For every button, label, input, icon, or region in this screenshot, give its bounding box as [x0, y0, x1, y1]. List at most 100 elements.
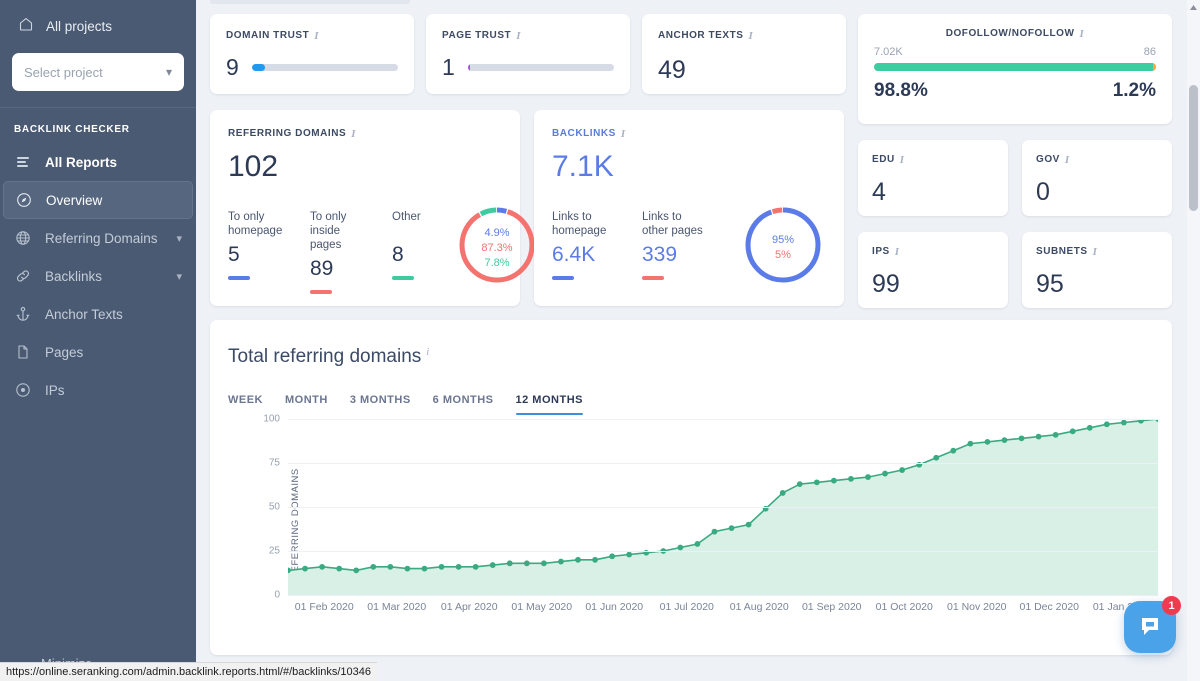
sidebar-item-all-reports[interactable]: All Reports — [3, 143, 193, 181]
ips-value: 99 — [872, 270, 900, 298]
chart-data-point[interactable] — [813, 479, 820, 486]
link-icon — [14, 268, 32, 284]
chart-data-point[interactable] — [848, 475, 854, 482]
chevron-down-icon[interactable]: ▾ — [176, 232, 182, 245]
chart-data-point[interactable] — [1086, 424, 1093, 431]
info-icon[interactable]: i — [749, 30, 754, 42]
sidebar-item-referring-domains[interactable]: Referring Domains ▾ — [3, 219, 193, 257]
chat-bubble-icon — [1142, 618, 1158, 635]
browser-status-bar: https://online.seranking.com/admin.backl… — [0, 662, 378, 681]
info-icon[interactable]: i — [426, 346, 429, 358]
x-tick-label: 01 Apr 2020 — [440, 601, 498, 613]
chart-data-point[interactable] — [438, 563, 445, 570]
x-tick-label: 01 Nov 2020 — [946, 601, 1007, 613]
chart-data-point[interactable] — [353, 567, 360, 574]
chart-data-point[interactable] — [1035, 433, 1042, 440]
project-select-value: Select project — [24, 64, 103, 80]
status-bar-url: https://online.seranking.com/admin.backl… — [6, 666, 372, 678]
chart-data-point[interactable] — [967, 440, 974, 447]
page-scrollbar[interactable] — [1187, 0, 1200, 681]
chart-data-point[interactable] — [694, 541, 701, 547]
chart-gridlines — [285, 416, 1161, 596]
tab-6-months[interactable]: 6 MONTHS — [433, 394, 494, 415]
referring-domains-breakdown: To only homepage 5 To only inside pages 89 O… — [228, 202, 454, 294]
sidebar-header: All projects Select project ▾ — [0, 0, 196, 108]
info-icon[interactable]: i — [314, 30, 319, 42]
sidebar-all-projects[interactable]: All projects — [12, 14, 184, 37]
chart-data-point[interactable] — [302, 565, 308, 572]
chart-data-point[interactable] — [865, 474, 871, 480]
chart-data-point[interactable] — [370, 563, 377, 570]
info-icon[interactable]: i — [516, 30, 521, 42]
sidebar-item-overview[interactable]: Overview — [3, 181, 193, 219]
scrollbar-thumb[interactable] — [1189, 85, 1198, 211]
gov-card: GOV i 0 — [1022, 140, 1172, 216]
chart-data-point[interactable] — [1001, 437, 1008, 444]
info-icon[interactable]: i — [1079, 28, 1084, 40]
chart-y-ticks: 0 25 50 75 100 — [252, 414, 280, 601]
chart-data-point[interactable] — [523, 560, 530, 567]
chart-data-point[interactable] — [575, 556, 581, 563]
referring-domains-card: REFERRING DOMAINS i 102 To only homepage 5… — [210, 110, 535, 306]
chart-data-point[interactable] — [506, 560, 513, 567]
chart-data-point[interactable] — [455, 563, 462, 570]
chart-data-point[interactable] — [558, 558, 564, 565]
chart-data-point[interactable] — [677, 544, 684, 551]
chart-data-point[interactable] — [1120, 419, 1127, 426]
x-tick-label: 01 Jun 2020 — [585, 601, 644, 613]
chart-data-point[interactable] — [592, 556, 598, 563]
chart-plot-area: REFERRING DOMAINS 0 25 50 75 100 01 Feb 2020… — [210, 414, 1172, 629]
chart-data-point[interactable] — [796, 481, 803, 488]
info-icon[interactable]: i — [900, 154, 905, 166]
domain-trust-card: DOMAIN TRUST i 9 — [210, 14, 414, 94]
chart-data-point[interactable] — [882, 470, 888, 477]
chart-data-point[interactable] — [1103, 421, 1110, 428]
chart-data-point[interactable] — [779, 490, 786, 496]
gov-label: GOV i — [1036, 154, 1070, 166]
chart-data-point[interactable] — [830, 477, 837, 484]
chart-data-point[interactable] — [1052, 431, 1059, 438]
tab-3-months[interactable]: 3 MONTHS — [350, 394, 411, 415]
chat-widget-button[interactable]: 1 — [1124, 596, 1181, 653]
backlinks-breakdown: Links to homepage 6.4K Links to other page… — [552, 202, 704, 280]
all-projects-label: All projects — [46, 19, 113, 34]
chart-data-point[interactable] — [1069, 428, 1076, 435]
info-icon[interactable]: i — [1093, 246, 1098, 258]
info-icon[interactable]: i — [895, 246, 900, 258]
tab-month[interactable]: MONTH — [285, 394, 328, 415]
anchor-texts-label: ANCHOR TEXTS i — [658, 30, 754, 42]
chart-data-point[interactable] — [899, 467, 906, 473]
info-icon[interactable]: i — [1065, 154, 1070, 166]
chart-data-point[interactable] — [984, 438, 991, 445]
project-select[interactable]: Select project ▾ — [12, 53, 184, 91]
chart-data-point[interactable] — [472, 563, 479, 570]
info-icon[interactable]: i — [621, 128, 626, 140]
scroll-up-arrow-icon[interactable] — [1189, 3, 1198, 12]
chart-data-point[interactable] — [404, 565, 411, 572]
sidebar-item-pages[interactable]: Pages — [3, 333, 193, 371]
chart-data-point[interactable] — [745, 521, 752, 528]
page-trust-value: 1 — [442, 54, 455, 80]
chart-data-point[interactable] — [540, 560, 547, 567]
chart-data-point[interactable] — [387, 563, 394, 570]
chart-data-point[interactable] — [421, 565, 428, 572]
chart-data-point[interactable] — [609, 553, 616, 560]
tab-week[interactable]: WEEK — [228, 394, 263, 415]
info-icon[interactable]: i — [351, 128, 356, 140]
chart-data-point[interactable] — [933, 454, 940, 461]
chart-data-point[interactable] — [336, 565, 343, 572]
chevron-down-icon[interactable]: ▾ — [176, 270, 182, 283]
sidebar-item-backlinks[interactable]: Backlinks ▾ — [3, 257, 193, 295]
sidebar-item-anchor-texts[interactable]: Anchor Texts — [3, 295, 193, 333]
chart-data-point[interactable] — [1018, 435, 1025, 442]
chart-data-point[interactable] — [319, 563, 326, 570]
breakdown-column: Links to other pages 339 — [642, 210, 704, 280]
chart-data-point[interactable] — [711, 528, 718, 535]
chart-data-point[interactable] — [489, 562, 496, 568]
chart-data-point[interactable] — [626, 551, 633, 558]
breakdown-column: To only inside pages 89 — [310, 210, 372, 294]
chart-data-point[interactable] — [950, 447, 957, 454]
sidebar-item-ips[interactable]: IPs — [3, 371, 193, 409]
tab-12-months[interactable]: 12 MONTHS — [515, 394, 584, 415]
chart-data-point[interactable] — [728, 525, 735, 532]
